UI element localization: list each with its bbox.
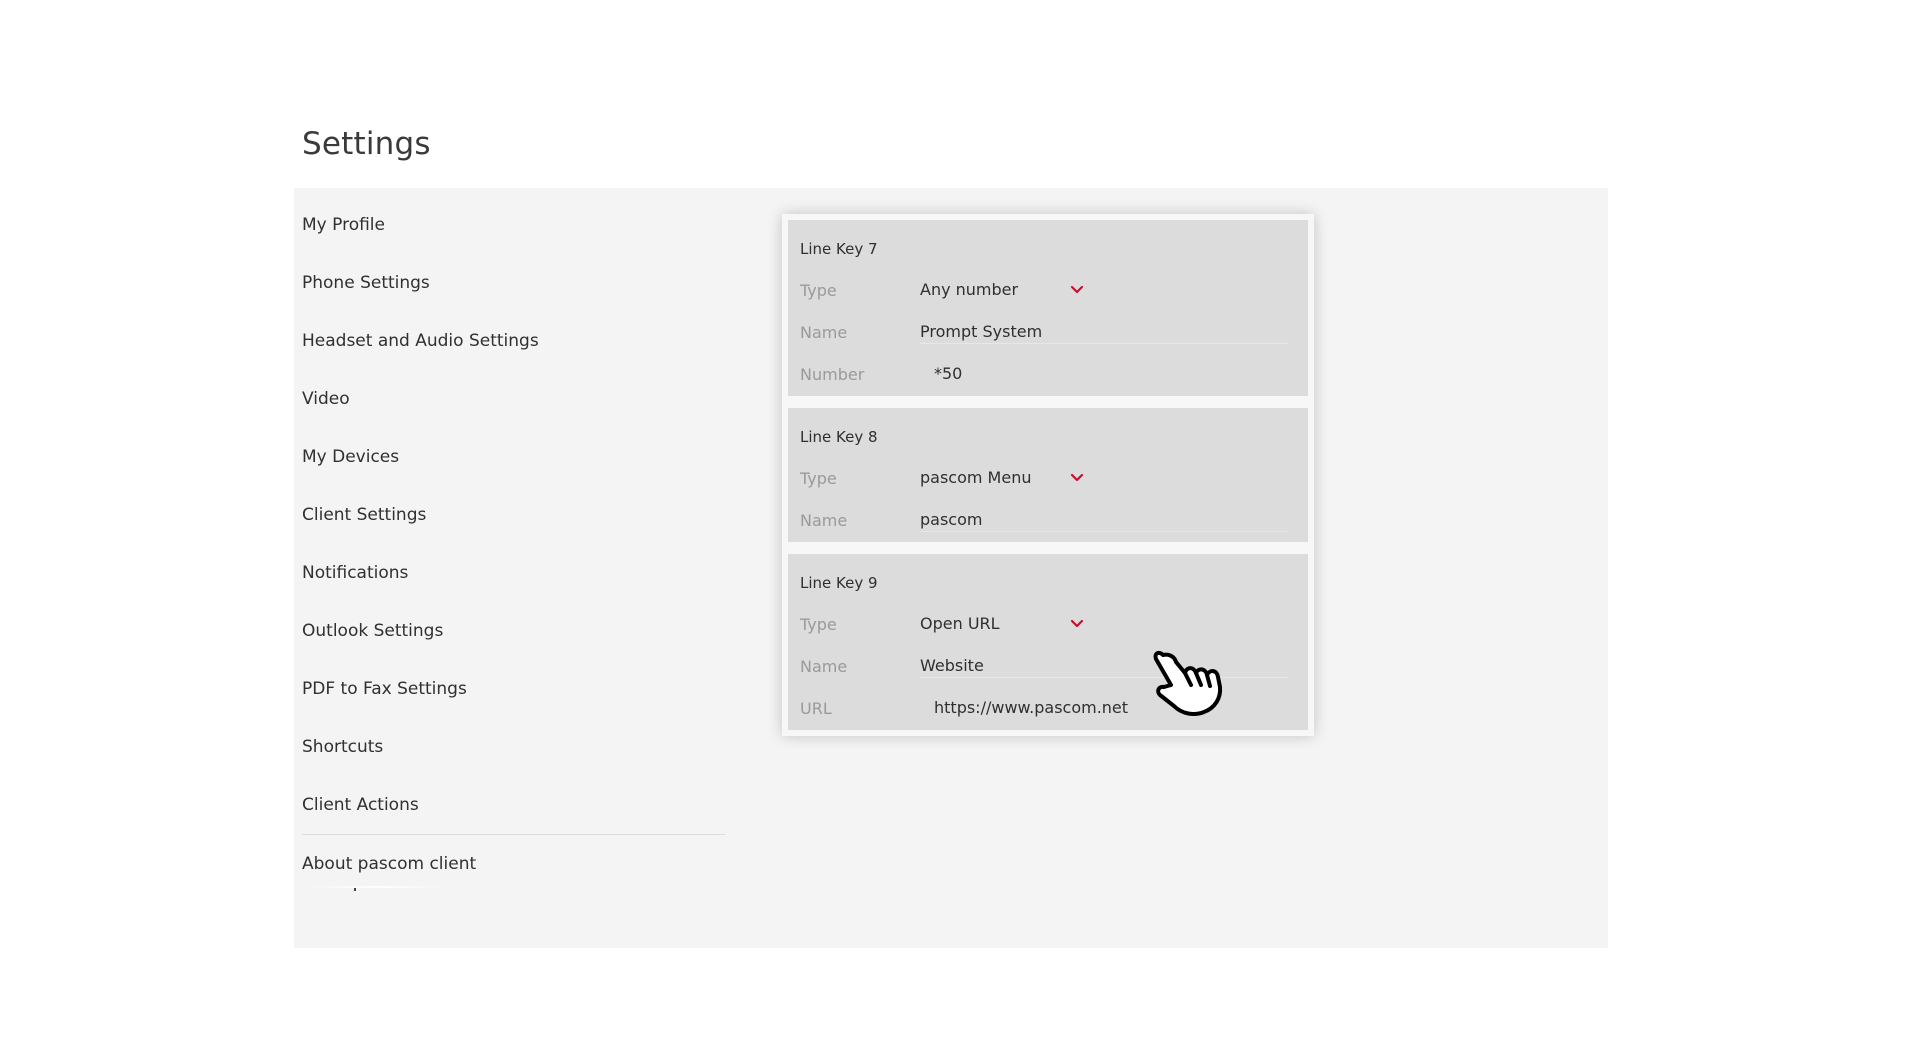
type-select[interactable]: Open URL [920,614,1000,633]
line-key-title: Line Key 7 [800,240,878,258]
line-key-card-8: Line Key 8 Type pascom Menu Name pascom [788,408,1308,542]
sidebar-item-underline [302,886,452,888]
type-label: Type [800,615,837,634]
sidebar-item-headset-audio-settings[interactable]: Headset and Audio Settings [302,330,539,352]
url-input[interactable]: https://www.pascom.net [934,698,1128,717]
type-select[interactable]: pascom Menu [920,468,1031,487]
type-label: Type [800,469,837,488]
field-underline [920,531,1288,532]
type-label: Type [800,281,837,300]
name-input[interactable]: Prompt System [920,322,1042,341]
sidebar-item-outlook-settings[interactable]: Outlook Settings [302,620,443,642]
pointer-hand-icon [1153,650,1223,716]
settings-page: Settings My Profile Phone Settings Heads… [0,0,1920,1040]
name-label: Name [800,323,848,342]
name-input[interactable]: Website [920,656,984,675]
line-keys-panel: Line Key 7 Type Any number Name Prompt S… [782,214,1314,736]
settings-sidebar: My Profile Phone Settings Headset and Au… [294,188,754,948]
sidebar-item-shortcuts[interactable]: Shortcuts [302,736,383,758]
chevron-down-icon[interactable] [1070,471,1084,485]
sidebar-item-about-pascom-client[interactable]: About pascom client [302,853,476,875]
line-key-card-7: Line Key 7 Type Any number Name Prompt S… [788,220,1308,396]
chevron-down-icon[interactable] [1070,283,1084,297]
sidebar-item-my-profile[interactable]: My Profile [302,214,385,236]
field-underline [920,343,1288,344]
chevron-down-icon[interactable] [1070,617,1084,631]
page-title: Settings [302,126,431,162]
sidebar-item-my-devices[interactable]: My Devices [302,446,399,468]
name-label: Name [800,657,848,676]
sidebar-item-client-actions[interactable]: Client Actions [302,794,419,816]
name-label: Name [800,511,848,530]
line-key-card-9: Line Key 9 Type Open URL Name Website UR… [788,554,1308,730]
sidebar-item-pdf-to-fax-settings[interactable]: PDF to Fax Settings [302,678,467,700]
sidebar-item-notifications[interactable]: Notifications [302,562,408,584]
type-select[interactable]: Any number [920,280,1018,299]
name-input[interactable]: pascom [920,510,982,529]
line-key-title: Line Key 8 [800,428,878,446]
sidebar-item-client-settings[interactable]: Client Settings [302,504,426,526]
sidebar-item-video[interactable]: Video [302,388,350,410]
url-label: URL [800,699,832,718]
sidebar-divider [302,834,725,835]
number-input[interactable]: *50 [934,364,962,383]
line-key-title: Line Key 9 [800,574,878,592]
sidebar-item-phone-settings[interactable]: Phone Settings [302,272,430,294]
number-label: Number [800,365,865,384]
sidebar-bottom-mark [354,888,356,891]
field-underline [920,677,1288,678]
